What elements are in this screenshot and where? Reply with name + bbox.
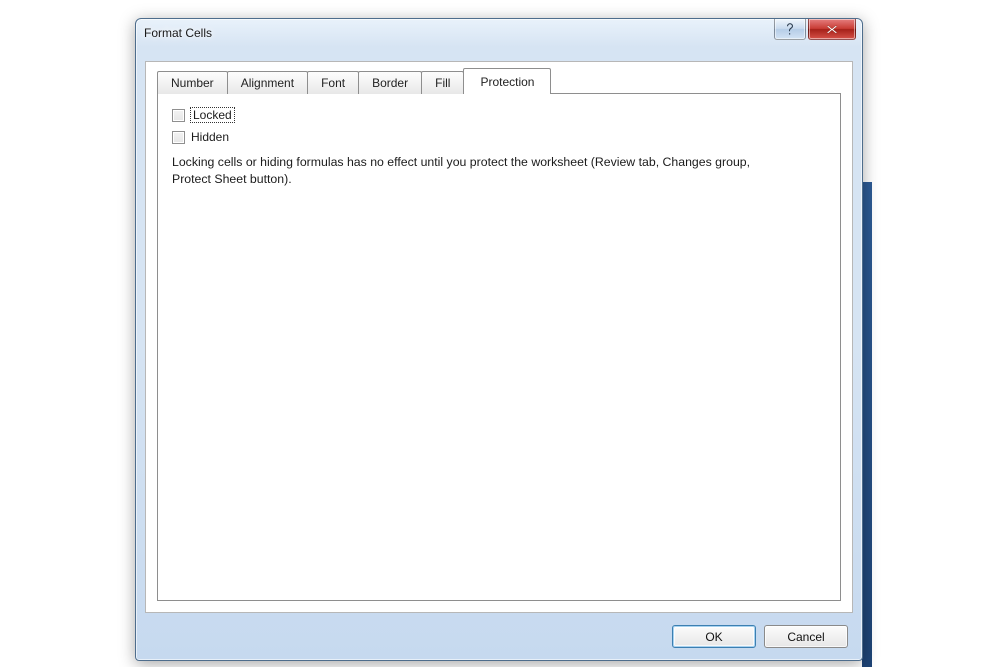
tab-fill-label: Fill [435,76,450,90]
tab-border[interactable]: Border [358,71,422,94]
tab-number-label: Number [171,76,214,90]
dialog-button-row: OK Cancel [672,625,848,648]
help-icon [785,22,795,36]
hidden-checkbox-label[interactable]: Hidden [191,130,229,144]
tab-protection[interactable]: Protection [463,68,551,94]
title-bar: Format Cells [136,19,862,47]
tab-alignment[interactable]: Alignment [227,71,308,94]
locked-checkbox-row: Locked [172,106,826,124]
close-button[interactable] [808,19,856,40]
locked-checkbox[interactable] [172,109,185,122]
window-title: Format Cells [144,26,212,40]
tab-alignment-label: Alignment [241,76,294,90]
hidden-checkbox-row: Hidden [172,128,826,146]
dialog-client-area: Number Alignment Font Border Fill Protec… [145,61,853,613]
locked-checkbox-label[interactable]: Locked [191,108,234,122]
tab-border-label: Border [372,76,408,90]
protection-help-text: Locking cells or hiding formulas has no … [172,154,782,187]
close-icon [826,24,838,35]
hidden-checkbox[interactable] [172,131,185,144]
tab-strip: Number Alignment Font Border Fill Protec… [157,71,841,93]
ok-button[interactable]: OK [672,625,756,648]
cancel-button[interactable]: Cancel [764,625,848,648]
help-button[interactable] [774,19,806,40]
protection-tab-panel: Locked Hidden Locking cells or hiding fo… [157,93,841,601]
tab-protection-label: Protection [480,75,534,89]
tab-fill[interactable]: Fill [421,71,464,94]
format-cells-dialog: Format Cells Number Alignment [135,18,863,661]
tab-font[interactable]: Font [307,71,359,94]
tab-number[interactable]: Number [157,71,228,94]
tab-font-label: Font [321,76,345,90]
desktop-background-sliver [862,182,872,667]
